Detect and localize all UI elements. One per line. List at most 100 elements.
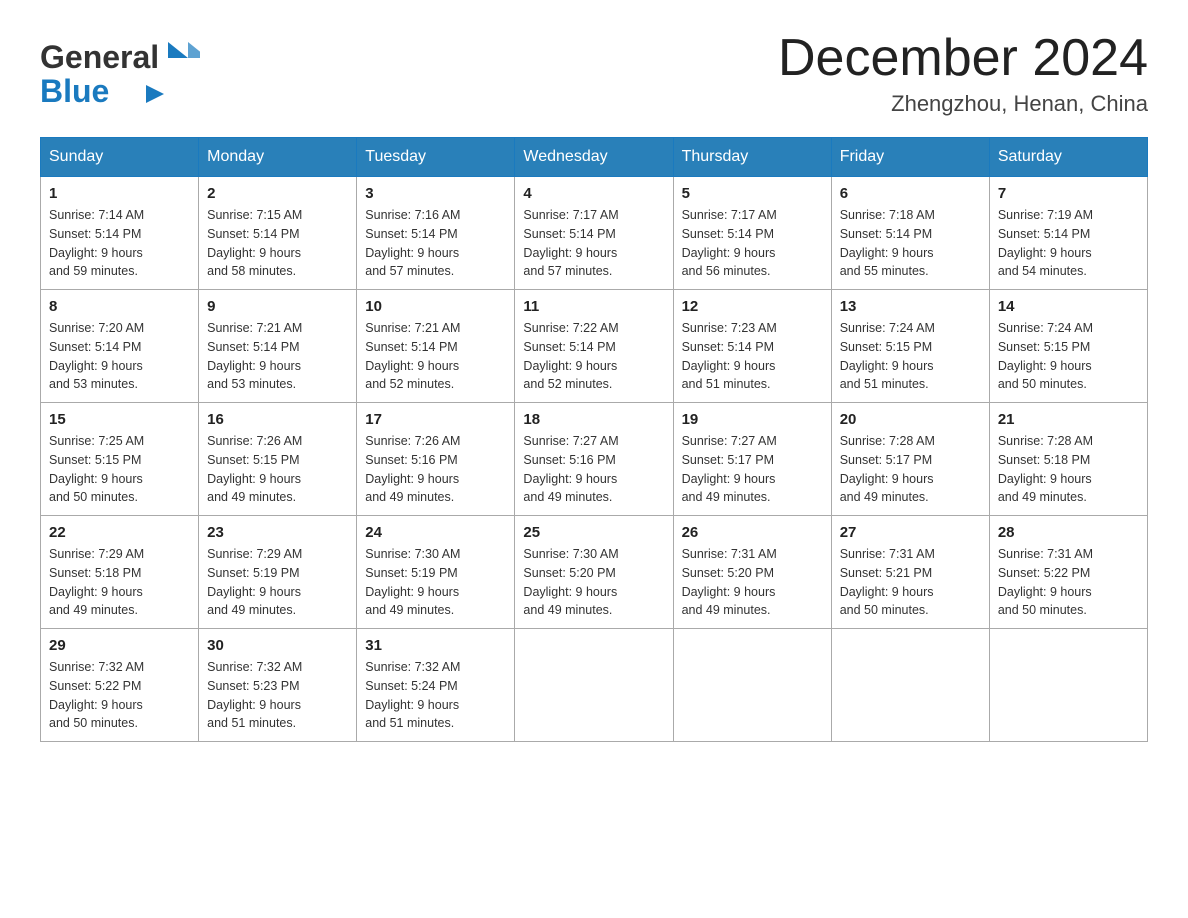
day-number: 15 (49, 411, 190, 428)
day-number: 6 (840, 185, 981, 202)
calendar-cell: 20 Sunrise: 7:28 AMSunset: 5:17 PMDaylig… (831, 403, 989, 516)
month-title: December 2024 (778, 30, 1148, 87)
day-number: 11 (523, 298, 664, 315)
calendar-cell: 18 Sunrise: 7:27 AMSunset: 5:16 PMDaylig… (515, 403, 673, 516)
logo: General Blue (40, 30, 200, 110)
day-number: 20 (840, 411, 981, 428)
day-number: 12 (682, 298, 823, 315)
calendar-cell: 15 Sunrise: 7:25 AMSunset: 5:15 PMDaylig… (41, 403, 199, 516)
calendar-cell: 8 Sunrise: 7:20 AMSunset: 5:14 PMDayligh… (41, 290, 199, 403)
day-info: Sunrise: 7:30 AMSunset: 5:20 PMDaylight:… (523, 545, 664, 620)
header-day-friday: Friday (831, 138, 989, 177)
calendar-week-5: 29 Sunrise: 7:32 AMSunset: 5:22 PMDaylig… (41, 629, 1148, 742)
day-number: 25 (523, 524, 664, 541)
day-number: 9 (207, 298, 348, 315)
calendar-cell: 26 Sunrise: 7:31 AMSunset: 5:20 PMDaylig… (673, 516, 831, 629)
calendar-cell: 17 Sunrise: 7:26 AMSunset: 5:16 PMDaylig… (357, 403, 515, 516)
day-number: 5 (682, 185, 823, 202)
calendar-header-row: SundayMondayTuesdayWednesdayThursdayFrid… (41, 138, 1148, 177)
day-info: Sunrise: 7:17 AMSunset: 5:14 PMDaylight:… (682, 206, 823, 281)
day-info: Sunrise: 7:31 AMSunset: 5:22 PMDaylight:… (998, 545, 1139, 620)
calendar-cell: 30 Sunrise: 7:32 AMSunset: 5:23 PMDaylig… (199, 629, 357, 742)
day-info: Sunrise: 7:20 AMSunset: 5:14 PMDaylight:… (49, 319, 190, 394)
calendar-cell: 9 Sunrise: 7:21 AMSunset: 5:14 PMDayligh… (199, 290, 357, 403)
calendar-cell (831, 629, 989, 742)
calendar-cell: 12 Sunrise: 7:23 AMSunset: 5:14 PMDaylig… (673, 290, 831, 403)
calendar-cell: 2 Sunrise: 7:15 AMSunset: 5:14 PMDayligh… (199, 177, 357, 290)
calendar-cell: 10 Sunrise: 7:21 AMSunset: 5:14 PMDaylig… (357, 290, 515, 403)
day-number: 14 (998, 298, 1139, 315)
day-number: 7 (998, 185, 1139, 202)
day-info: Sunrise: 7:15 AMSunset: 5:14 PMDaylight:… (207, 206, 348, 281)
header-day-thursday: Thursday (673, 138, 831, 177)
day-info: Sunrise: 7:28 AMSunset: 5:17 PMDaylight:… (840, 432, 981, 507)
day-number: 23 (207, 524, 348, 541)
calendar-cell: 19 Sunrise: 7:27 AMSunset: 5:17 PMDaylig… (673, 403, 831, 516)
day-info: Sunrise: 7:29 AMSunset: 5:18 PMDaylight:… (49, 545, 190, 620)
calendar-cell: 27 Sunrise: 7:31 AMSunset: 5:21 PMDaylig… (831, 516, 989, 629)
day-info: Sunrise: 7:25 AMSunset: 5:15 PMDaylight:… (49, 432, 190, 507)
day-info: Sunrise: 7:26 AMSunset: 5:16 PMDaylight:… (365, 432, 506, 507)
day-number: 29 (49, 637, 190, 654)
calendar-cell: 7 Sunrise: 7:19 AMSunset: 5:14 PMDayligh… (989, 177, 1147, 290)
day-number: 1 (49, 185, 190, 202)
day-number: 26 (682, 524, 823, 541)
day-number: 21 (998, 411, 1139, 428)
day-number: 18 (523, 411, 664, 428)
logo-svg: General Blue (40, 30, 200, 110)
day-info: Sunrise: 7:24 AMSunset: 5:15 PMDaylight:… (998, 319, 1139, 394)
day-number: 22 (49, 524, 190, 541)
day-number: 19 (682, 411, 823, 428)
day-number: 10 (365, 298, 506, 315)
calendar-week-3: 15 Sunrise: 7:25 AMSunset: 5:15 PMDaylig… (41, 403, 1148, 516)
calendar-cell: 29 Sunrise: 7:32 AMSunset: 5:22 PMDaylig… (41, 629, 199, 742)
day-info: Sunrise: 7:18 AMSunset: 5:14 PMDaylight:… (840, 206, 981, 281)
header-day-tuesday: Tuesday (357, 138, 515, 177)
day-number: 8 (49, 298, 190, 315)
calendar-cell: 5 Sunrise: 7:17 AMSunset: 5:14 PMDayligh… (673, 177, 831, 290)
day-info: Sunrise: 7:26 AMSunset: 5:15 PMDaylight:… (207, 432, 348, 507)
day-info: Sunrise: 7:27 AMSunset: 5:17 PMDaylight:… (682, 432, 823, 507)
svg-text:General: General (40, 39, 159, 75)
day-number: 2 (207, 185, 348, 202)
calendar-cell: 25 Sunrise: 7:30 AMSunset: 5:20 PMDaylig… (515, 516, 673, 629)
day-info: Sunrise: 7:14 AMSunset: 5:14 PMDaylight:… (49, 206, 190, 281)
day-info: Sunrise: 7:32 AMSunset: 5:22 PMDaylight:… (49, 658, 190, 733)
day-info: Sunrise: 7:21 AMSunset: 5:14 PMDaylight:… (207, 319, 348, 394)
day-info: Sunrise: 7:31 AMSunset: 5:20 PMDaylight:… (682, 545, 823, 620)
day-number: 16 (207, 411, 348, 428)
header-day-sunday: Sunday (41, 138, 199, 177)
calendar-week-4: 22 Sunrise: 7:29 AMSunset: 5:18 PMDaylig… (41, 516, 1148, 629)
svg-text:Blue: Blue (40, 73, 109, 109)
calendar-cell: 22 Sunrise: 7:29 AMSunset: 5:18 PMDaylig… (41, 516, 199, 629)
header-day-wednesday: Wednesday (515, 138, 673, 177)
day-number: 27 (840, 524, 981, 541)
day-number: 3 (365, 185, 506, 202)
day-info: Sunrise: 7:27 AMSunset: 5:16 PMDaylight:… (523, 432, 664, 507)
calendar-cell: 14 Sunrise: 7:24 AMSunset: 5:15 PMDaylig… (989, 290, 1147, 403)
calendar-week-2: 8 Sunrise: 7:20 AMSunset: 5:14 PMDayligh… (41, 290, 1148, 403)
day-info: Sunrise: 7:21 AMSunset: 5:14 PMDaylight:… (365, 319, 506, 394)
calendar-cell: 23 Sunrise: 7:29 AMSunset: 5:19 PMDaylig… (199, 516, 357, 629)
calendar-cell: 11 Sunrise: 7:22 AMSunset: 5:14 PMDaylig… (515, 290, 673, 403)
day-info: Sunrise: 7:31 AMSunset: 5:21 PMDaylight:… (840, 545, 981, 620)
calendar-week-1: 1 Sunrise: 7:14 AMSunset: 5:14 PMDayligh… (41, 177, 1148, 290)
calendar-cell (673, 629, 831, 742)
day-info: Sunrise: 7:17 AMSunset: 5:14 PMDaylight:… (523, 206, 664, 281)
day-number: 31 (365, 637, 506, 654)
day-info: Sunrise: 7:29 AMSunset: 5:19 PMDaylight:… (207, 545, 348, 620)
day-info: Sunrise: 7:16 AMSunset: 5:14 PMDaylight:… (365, 206, 506, 281)
calendar-cell (515, 629, 673, 742)
calendar-cell: 21 Sunrise: 7:28 AMSunset: 5:18 PMDaylig… (989, 403, 1147, 516)
calendar-cell (989, 629, 1147, 742)
calendar-cell: 1 Sunrise: 7:14 AMSunset: 5:14 PMDayligh… (41, 177, 199, 290)
day-info: Sunrise: 7:19 AMSunset: 5:14 PMDaylight:… (998, 206, 1139, 281)
day-number: 17 (365, 411, 506, 428)
day-number: 4 (523, 185, 664, 202)
day-info: Sunrise: 7:30 AMSunset: 5:19 PMDaylight:… (365, 545, 506, 620)
calendar-table: SundayMondayTuesdayWednesdayThursdayFrid… (40, 137, 1148, 742)
day-info: Sunrise: 7:32 AMSunset: 5:24 PMDaylight:… (365, 658, 506, 733)
calendar-cell: 16 Sunrise: 7:26 AMSunset: 5:15 PMDaylig… (199, 403, 357, 516)
day-number: 30 (207, 637, 348, 654)
calendar-cell: 4 Sunrise: 7:17 AMSunset: 5:14 PMDayligh… (515, 177, 673, 290)
